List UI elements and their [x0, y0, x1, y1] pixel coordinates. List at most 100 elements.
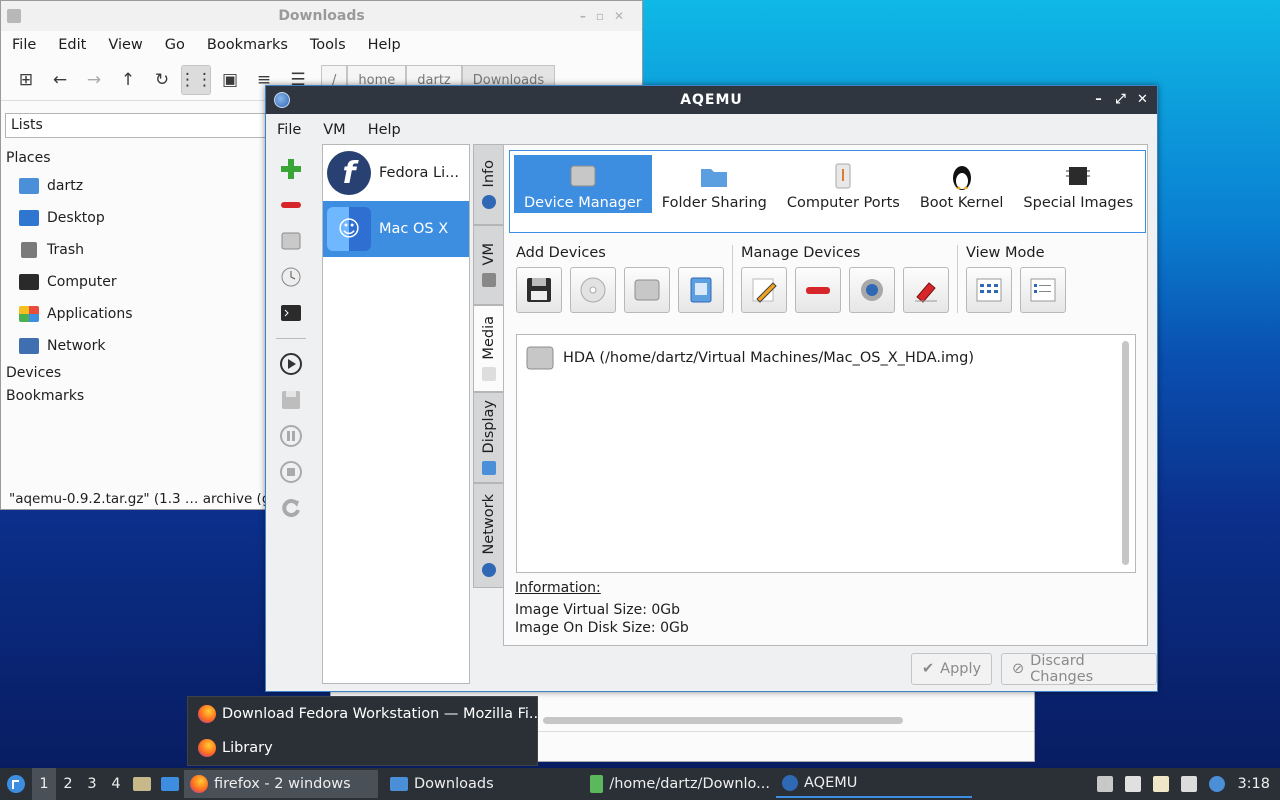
group-label: View Mode — [966, 245, 1045, 261]
desktop-4[interactable]: 4 — [104, 768, 128, 800]
show-desktop-button[interactable] — [156, 768, 184, 800]
back-icon[interactable]: ← — [45, 65, 75, 95]
eject-icon[interactable] — [1097, 776, 1114, 792]
vm-disk-button[interactable] — [274, 224, 308, 258]
menu-tools[interactable]: Tools — [299, 37, 357, 53]
add-vm-button[interactable] — [274, 152, 308, 186]
stop-vm-button[interactable] — [274, 455, 308, 489]
apply-button[interactable]: ✔ Apply — [911, 653, 993, 685]
menu-view[interactable]: View — [97, 37, 153, 53]
aqemu-app-icon — [274, 92, 290, 108]
menu-help[interactable]: Help — [357, 37, 412, 53]
thumbnail-view-icon[interactable]: ▣ — [215, 65, 245, 95]
menu-go[interactable]: Go — [154, 37, 196, 53]
clock[interactable]: 3:18 — [1237, 776, 1270, 792]
add-cdrom-button[interactable] — [570, 267, 616, 313]
menu-edit[interactable]: Edit — [47, 37, 97, 53]
desktop-2[interactable]: 2 — [56, 768, 80, 800]
tab-folder-sharing[interactable]: Folder Sharing — [652, 155, 777, 213]
tab-boot-kernel[interactable]: Boot Kernel — [910, 155, 1014, 213]
update-notification-icon[interactable] — [1209, 776, 1226, 792]
list-view-button[interactable] — [1020, 267, 1066, 313]
place-applications[interactable]: Applications — [6, 298, 266, 330]
place-dartz[interactable]: dartz — [6, 170, 266, 202]
popup-item-library[interactable]: Library — [188, 731, 537, 765]
start-vm-button[interactable] — [274, 347, 308, 381]
reset-vm-button[interactable] — [274, 491, 308, 525]
vm-console-button[interactable] — [274, 296, 308, 330]
place-computer[interactable]: Computer — [6, 266, 266, 298]
start-menu-button[interactable] — [0, 768, 32, 800]
window-controls[interactable]: –▫✕ — [580, 1, 634, 31]
task-firefox[interactable]: firefox - 2 windows — [184, 770, 378, 798]
menu-help[interactable]: Help — [357, 122, 412, 138]
close-icon[interactable]: ✕ — [1133, 86, 1153, 114]
aqemu-titlebar[interactable]: AQEMU – ⤢ ✕ — [266, 86, 1157, 114]
devices-header[interactable]: Devices — [6, 362, 266, 385]
desktop-3[interactable]: 3 — [80, 768, 104, 800]
status-bar: "aqemu-0.9.2.tar.gz" (1.3 … archive (gz — [9, 491, 278, 507]
task-downloads[interactable]: Downloads — [384, 770, 584, 798]
volume-icon[interactable] — [1125, 776, 1142, 792]
remove-device-button[interactable] — [795, 267, 841, 313]
icon-view-icon[interactable]: ⋮⋮ — [179, 64, 213, 95]
menu-vm[interactable]: VM — [312, 122, 356, 138]
places-header[interactable]: Places — [6, 147, 266, 170]
vm-history-button[interactable] — [274, 260, 308, 294]
reload-icon[interactable]: ↻ — [147, 65, 177, 95]
list-view-icon — [1030, 278, 1056, 302]
network-status-icon[interactable] — [1181, 776, 1198, 792]
clear-device-button[interactable] — [903, 267, 949, 313]
tab-computer-ports[interactable]: Computer Ports — [777, 155, 910, 213]
separator — [276, 338, 306, 339]
side-pane-mode-select[interactable]: Lists — [5, 113, 273, 138]
add-floppy-button[interactable] — [516, 267, 562, 313]
up-icon[interactable]: ↑ — [113, 65, 143, 95]
place-desktop[interactable]: Desktop — [6, 202, 266, 234]
eraser-icon — [915, 282, 937, 303]
remove-vm-button[interactable] — [274, 188, 308, 222]
vm-item-mac-os-x[interactable]: ☺ Mac OS X — [323, 201, 469, 257]
place-network[interactable]: Network — [6, 330, 266, 362]
tab-device-manager[interactable]: Device Manager — [514, 155, 652, 213]
save-state-button[interactable] — [274, 383, 308, 417]
task-archive[interactable]: /home/dartz/Downlo... — [584, 770, 776, 798]
file-manager-launcher[interactable] — [128, 768, 156, 800]
vm-item-fedora[interactable]: f Fedora Li... — [323, 145, 469, 201]
tab-special-images[interactable]: Special Images — [1013, 155, 1143, 213]
forward-icon[interactable]: → — [79, 65, 109, 95]
tab-media[interactable]: Media — [473, 305, 504, 392]
vertical-scrollbar[interactable] — [1122, 341, 1129, 565]
tools-icon — [481, 273, 496, 288]
minimize-icon[interactable]: – — [1089, 86, 1109, 114]
device-properties-button[interactable] — [849, 267, 895, 313]
list-item[interactable]: HDA (/home/dartz/Virtual Machines/Mac_OS… — [517, 335, 1135, 373]
tab-vm[interactable]: VM — [473, 225, 504, 305]
tab-network[interactable]: Network — [473, 483, 504, 588]
add-storage-button[interactable] — [678, 267, 724, 313]
edit-device-button[interactable] — [741, 267, 787, 313]
menu-file[interactable]: File — [1, 37, 47, 53]
tab-display[interactable]: Display — [473, 392, 504, 483]
popup-item-firefox-download[interactable]: Download Fedora Workstation — Mozilla Fi… — [188, 697, 537, 731]
horizontal-scrollbar[interactable] — [543, 717, 903, 724]
task-label: AQEMU — [804, 775, 858, 791]
icon-view-button[interactable] — [966, 267, 1012, 313]
applications-icon — [19, 306, 39, 322]
desktop-1[interactable]: 1 — [32, 768, 56, 800]
check-icon: ✔ — [922, 661, 935, 677]
add-hard-disk-button[interactable] — [624, 267, 670, 313]
file-manager-titlebar[interactable]: Downloads –▫✕ — [1, 1, 642, 31]
device-toolbar: Add Devices Manage Devices View Mode — [516, 245, 1082, 313]
maximize-icon[interactable]: ⤢ — [1111, 86, 1131, 114]
task-aqemu[interactable]: AQEMU — [776, 770, 972, 798]
tab-info[interactable]: Info — [473, 144, 504, 225]
clipboard-icon[interactable] — [1153, 776, 1170, 792]
bookmarks-header[interactable]: Bookmarks — [6, 385, 266, 408]
pause-vm-button[interactable] — [274, 419, 308, 453]
place-trash[interactable]: Trash — [6, 234, 266, 266]
discard-changes-button[interactable]: ⊘ Discard Changes — [1001, 653, 1157, 685]
menu-bookmarks[interactable]: Bookmarks — [196, 37, 299, 53]
menu-file[interactable]: File — [266, 122, 312, 138]
new-tab-icon[interactable]: ⊞ — [11, 65, 41, 95]
